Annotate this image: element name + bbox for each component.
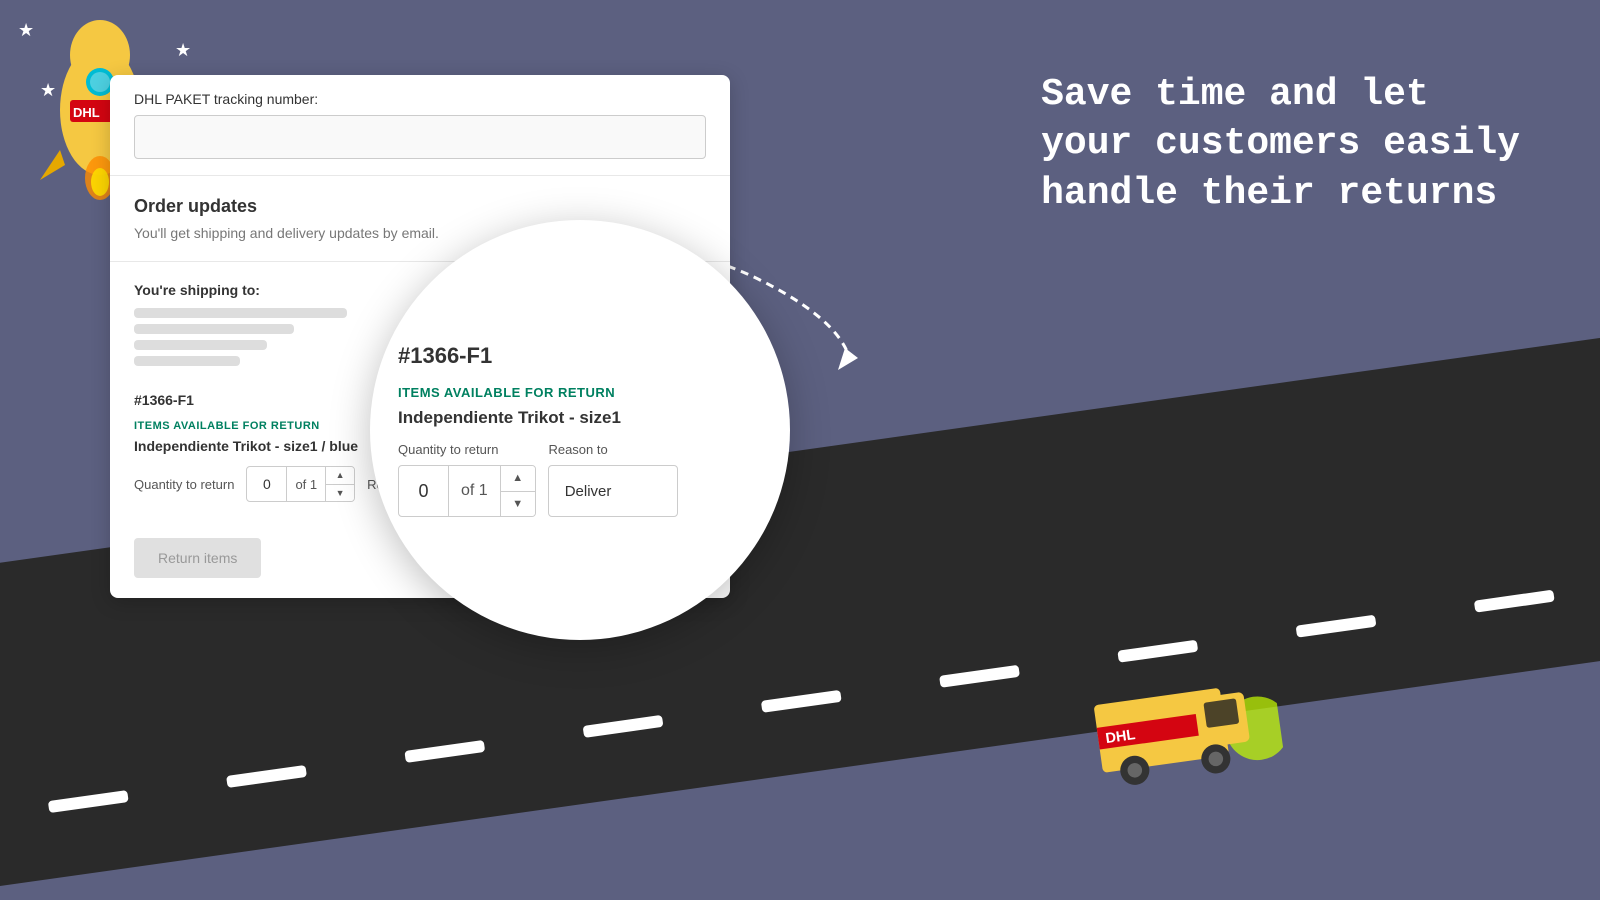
qty-down-button[interactable]: ▼ [326, 485, 354, 502]
return-button[interactable]: Return items [134, 538, 261, 578]
tracking-input[interactable] [134, 115, 706, 159]
address-line3 [134, 340, 267, 350]
magnify-reason-text: Deliver [565, 483, 612, 500]
svg-text:DHL: DHL [73, 105, 100, 120]
magnify-qty-value: 0 [399, 466, 449, 516]
tracking-section: DHL PAKET tracking number: [110, 75, 730, 176]
magnify-qty-label: Quantity to return [398, 442, 498, 457]
truck-icon: DHL [1072, 652, 1288, 809]
magnify-qty-of: of 1 [449, 466, 501, 516]
qty-label: Quantity to return [134, 477, 234, 492]
truck-container: DHL [1072, 652, 1289, 814]
magnify-content: #1366-F1 ITEMS AVAILABLE FOR RETURN Inde… [370, 319, 790, 541]
headline-line3: handle their returns [1041, 172, 1497, 215]
magnify-qty-down-button[interactable]: ▼ [501, 492, 535, 517]
quantity-control: 0 of 1 ▲ ▼ [246, 466, 355, 502]
qty-of: of 1 [287, 467, 326, 501]
magnify-qty-arrows: ▲ ▼ [501, 466, 535, 516]
headline-line2: your customers easily [1041, 122, 1520, 165]
magnify-overlay: #1366-F1 ITEMS AVAILABLE FOR RETURN Inde… [370, 220, 790, 640]
magnify-qty-up-button[interactable]: ▲ [501, 466, 535, 492]
magnify-reason-label: Reason to [548, 442, 607, 457]
address-line4 [134, 356, 240, 366]
shipping-address: You're shipping to: [134, 282, 400, 372]
magnify-items-header: ITEMS AVAILABLE FOR RETURN [398, 385, 762, 400]
headline-container: Save time and let your customers easily … [1041, 70, 1520, 218]
magnify-controls: 0 of 1 ▲ ▼ Deliver [398, 465, 762, 517]
headline-line1: Save time and let [1041, 73, 1429, 116]
qty-arrows: ▲ ▼ [326, 467, 354, 501]
address-line2 [134, 324, 294, 334]
tracking-label: DHL PAKET tracking number: [134, 91, 706, 107]
headline-text: Save time and let your customers easily … [1041, 70, 1520, 218]
magnify-order-id: #1366-F1 [398, 343, 762, 369]
qty-value: 0 [247, 467, 287, 501]
magnify-reason-button[interactable]: Deliver [548, 465, 678, 517]
order-updates-title: Order updates [134, 196, 706, 217]
shipping-label: You're shipping to: [134, 282, 400, 298]
magnify-row-labels: Quantity to return Reason to [398, 442, 762, 457]
magnify-qty-control: 0 of 1 ▲ ▼ [398, 465, 536, 517]
magnify-item-name: Independiente Trikot - size1 [398, 408, 762, 428]
qty-up-button[interactable]: ▲ [326, 467, 354, 485]
address-line1 [134, 308, 347, 318]
